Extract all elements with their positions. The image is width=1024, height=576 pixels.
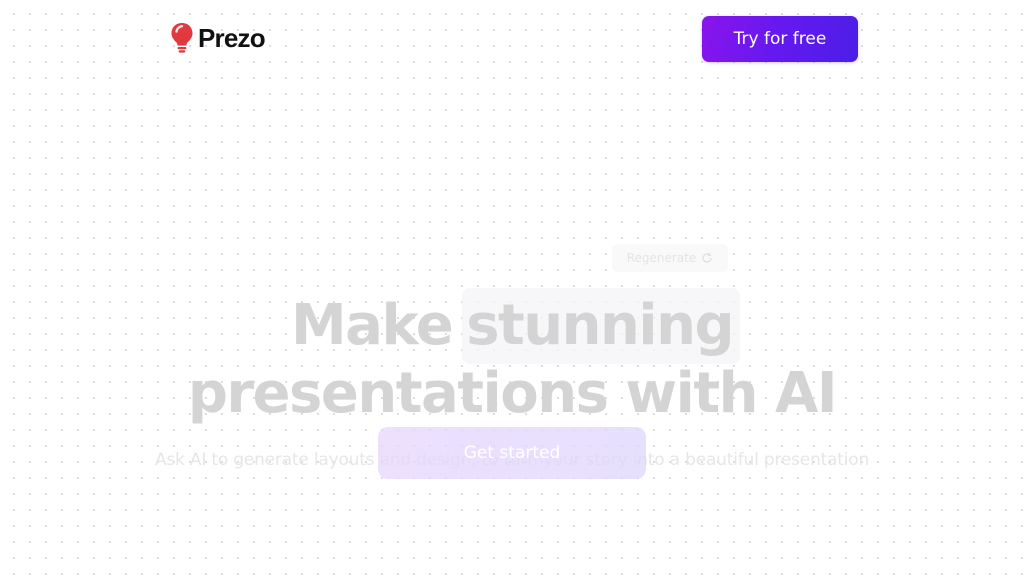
headline-line-2: presentations with AI xyxy=(187,361,838,426)
headline-line-1: Make stunning xyxy=(0,290,1024,362)
refresh-icon xyxy=(702,252,712,263)
headline-word-make: Make xyxy=(290,293,454,358)
get-started-button[interactable]: Get started xyxy=(378,427,646,479)
headline-word-stunning: stunning xyxy=(466,293,734,358)
brand-name: Prezo xyxy=(198,22,266,53)
regenerate-label: Regenerate xyxy=(626,251,697,265)
brand-logo[interactable]: Prezo xyxy=(170,22,266,54)
lightbulb-icon xyxy=(171,23,193,53)
regenerate-button[interactable]: Regenerate xyxy=(612,244,728,272)
try-for-free-button[interactable]: Try for free xyxy=(702,16,858,62)
landing-page: Prezo Try for free Regenerate Make stunni… xyxy=(0,0,1024,576)
